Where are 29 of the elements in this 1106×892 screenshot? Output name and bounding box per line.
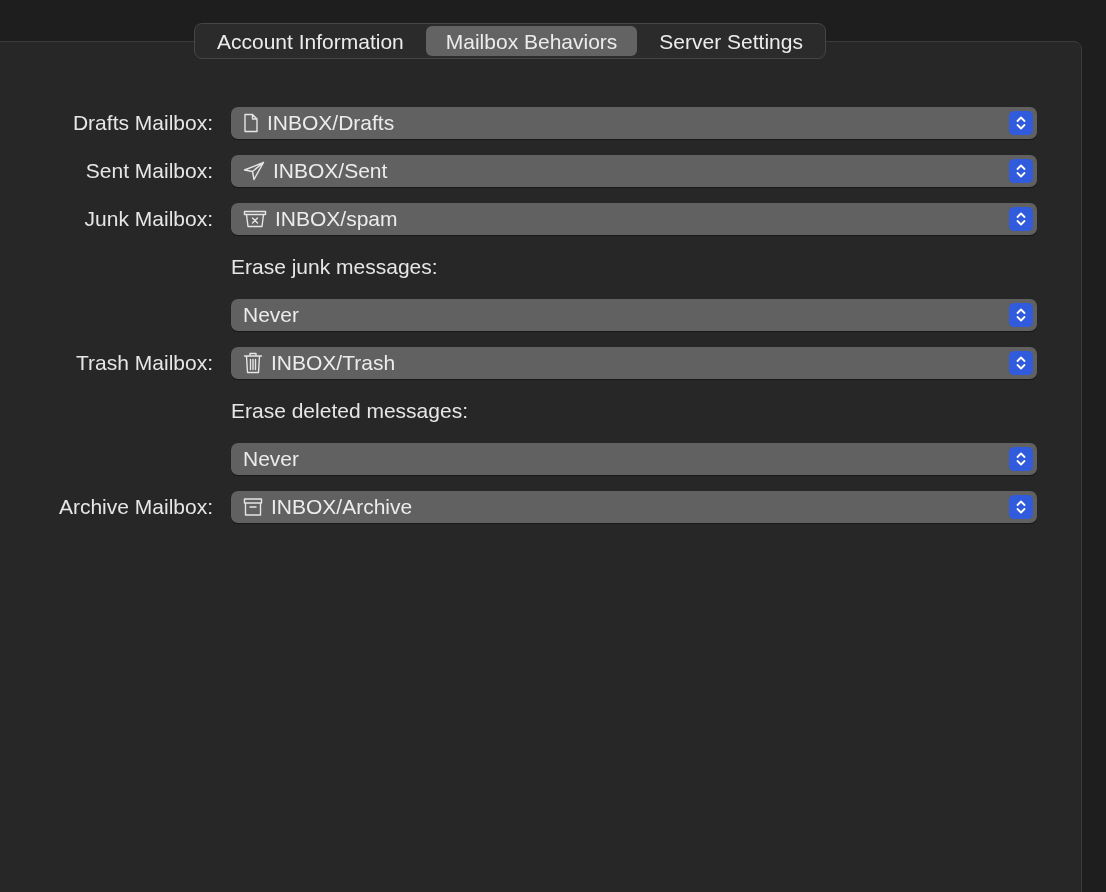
mailbox-popup[interactable]: INBOX/spam xyxy=(231,203,1037,235)
paper-plane-icon xyxy=(243,161,265,181)
field-label: Sent Mailbox: xyxy=(84,158,213,185)
option-label: Erase deleted messages: xyxy=(231,398,468,425)
mailbox-popup[interactable]: Never xyxy=(231,299,1037,331)
archive-box-icon xyxy=(243,497,263,517)
field-label: Trash Mailbox: xyxy=(75,350,213,377)
field-label: Drafts Mailbox: xyxy=(71,110,213,137)
tab[interactable]: Account Information xyxy=(197,26,424,56)
mailbox-popup[interactable]: INBOX/Archive xyxy=(231,491,1037,523)
field-label: Archive Mailbox: xyxy=(57,494,213,521)
mailbox-popup[interactable]: Never xyxy=(231,443,1037,475)
stepper-icon xyxy=(1009,447,1033,471)
stepper-icon xyxy=(1009,111,1033,135)
trash-icon xyxy=(243,352,263,374)
tab[interactable]: Mailbox Behaviors xyxy=(425,26,638,56)
stepper-icon xyxy=(1009,351,1033,375)
stepper-icon xyxy=(1009,495,1033,519)
stepper-icon xyxy=(1009,303,1033,327)
tab[interactable]: Server Settings xyxy=(639,26,823,56)
document-icon xyxy=(243,113,259,133)
mailbox-popup[interactable]: INBOX/Sent xyxy=(231,155,1037,187)
stepper-icon xyxy=(1009,207,1033,231)
option-label: Erase junk messages: xyxy=(231,254,438,281)
mailbox-popup[interactable]: INBOX/Trash xyxy=(231,347,1037,379)
stepper-icon xyxy=(1009,159,1033,183)
mailbox-popup[interactable]: INBOX/Drafts xyxy=(231,107,1037,139)
field-label: Junk Mailbox: xyxy=(83,206,213,233)
junk-bin-icon xyxy=(243,210,267,228)
